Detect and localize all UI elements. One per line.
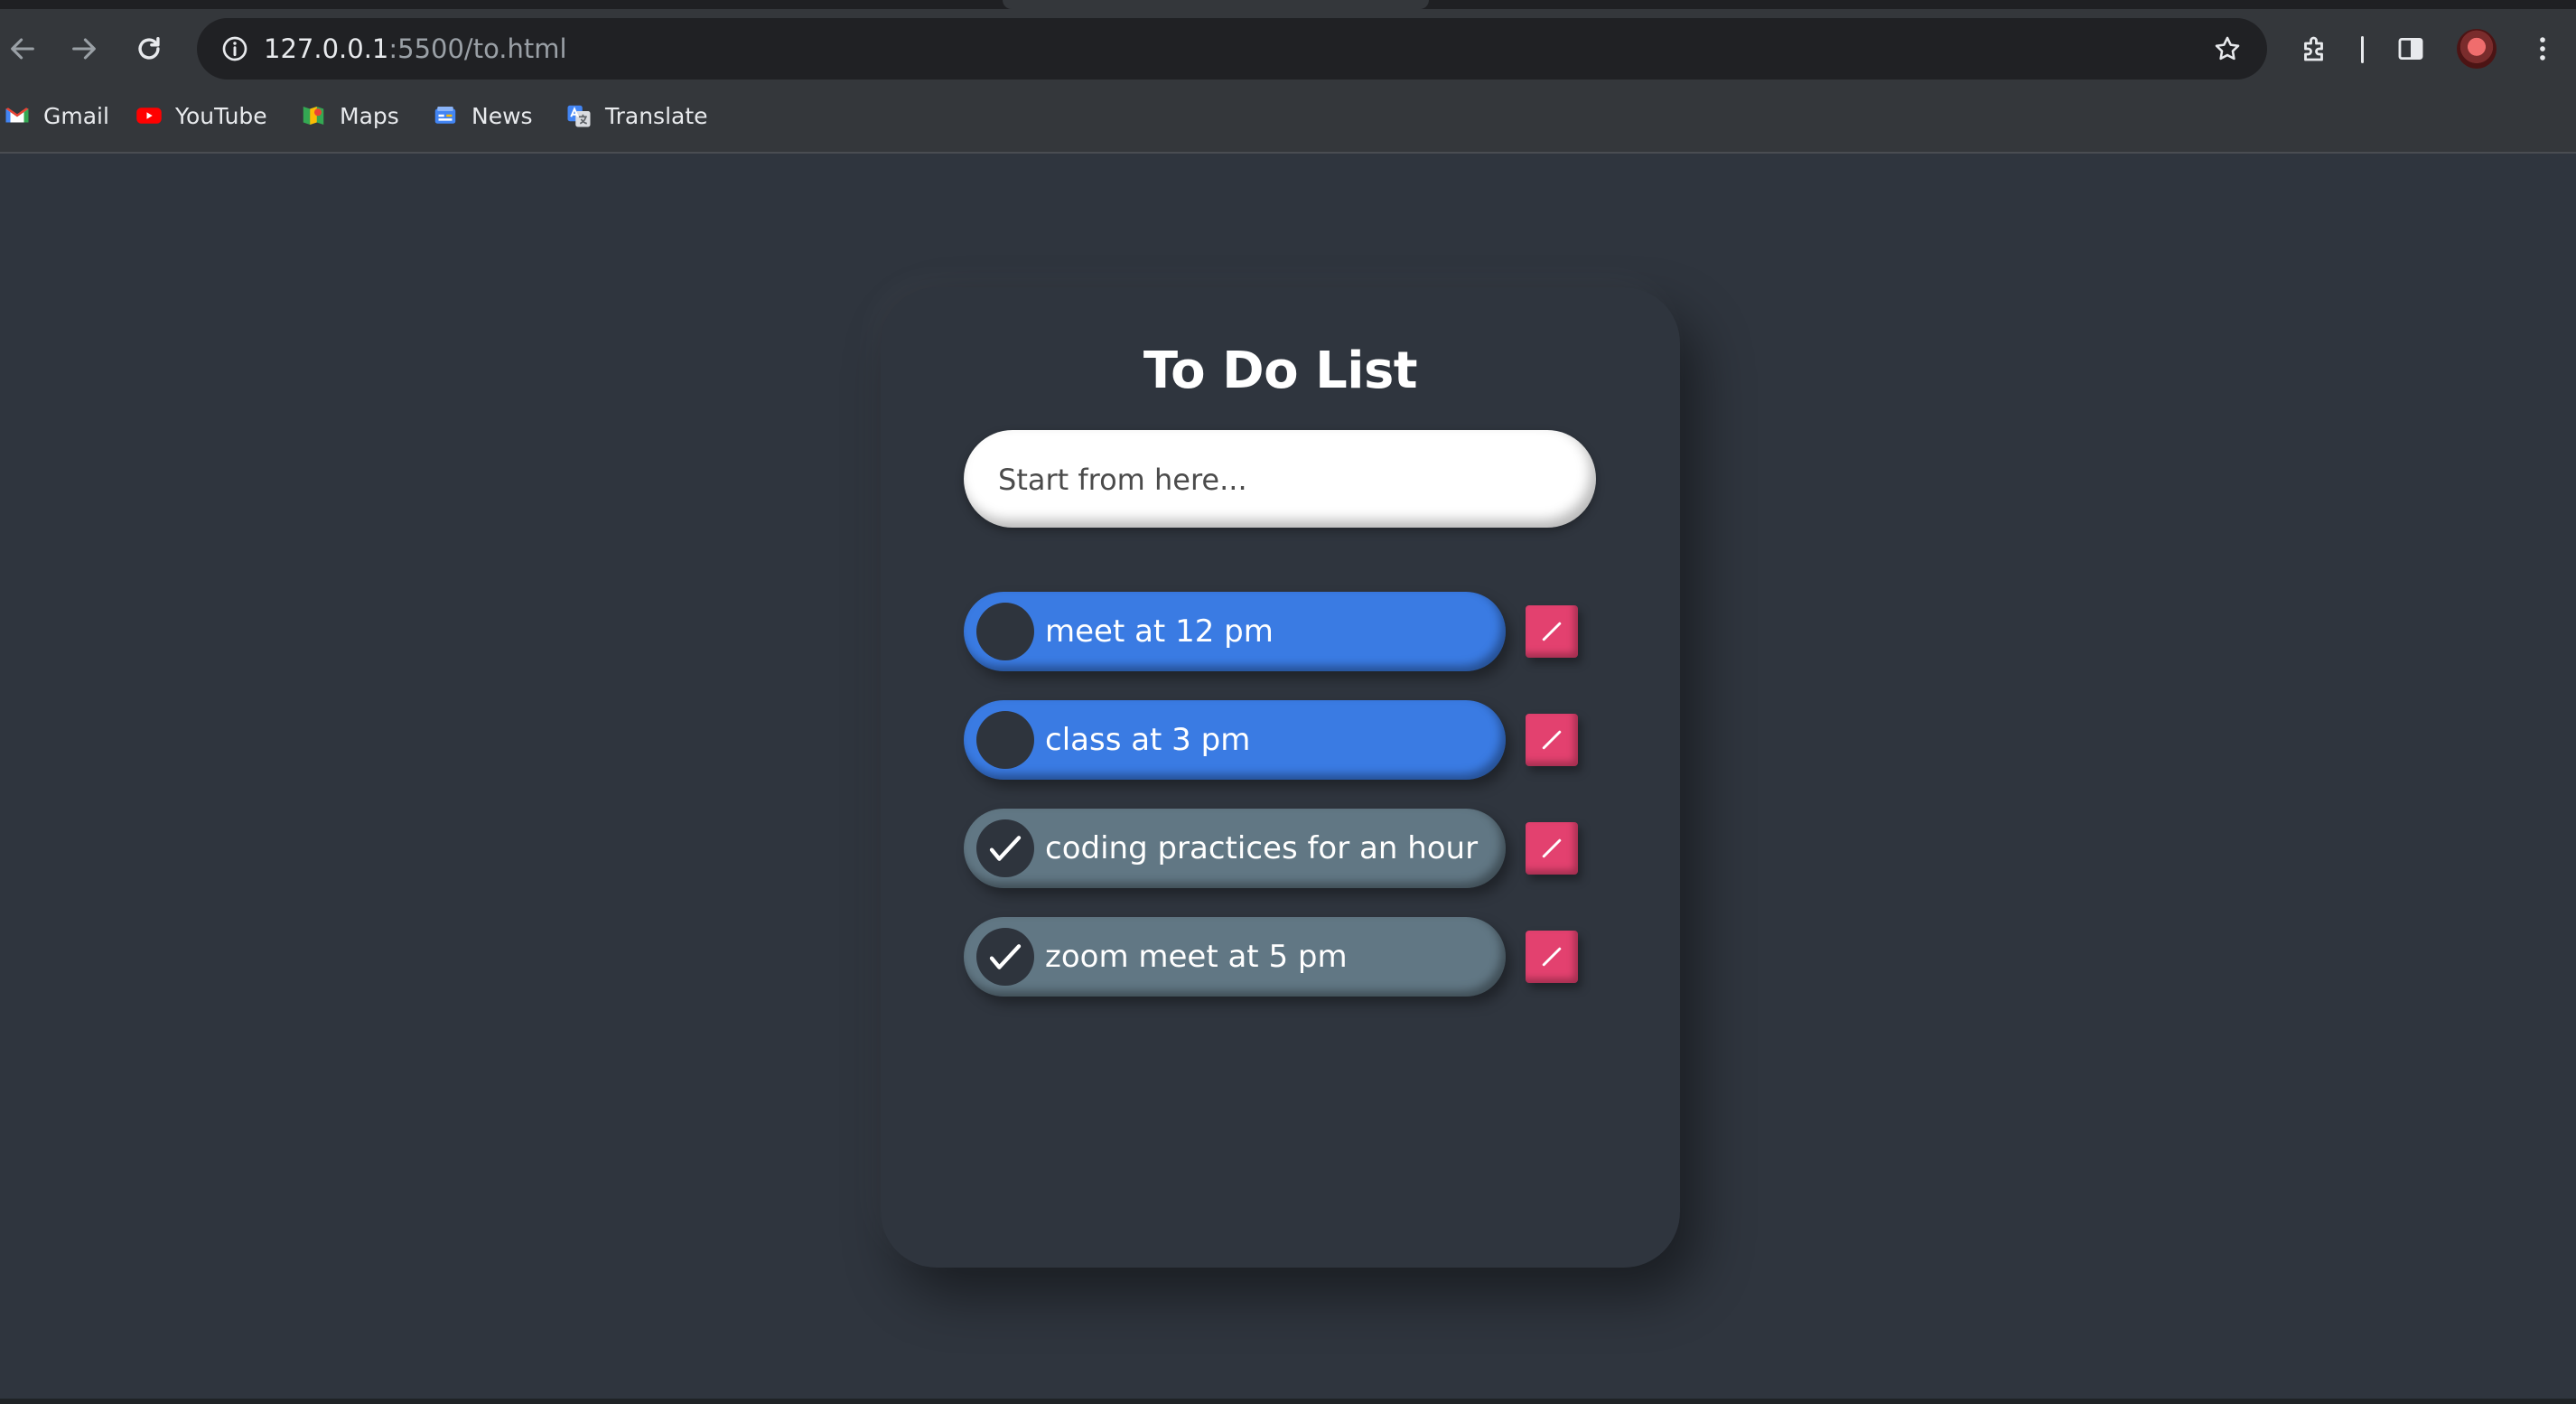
task-item[interactable]: zoom meet at 5 pm	[964, 917, 1506, 997]
reload-icon	[138, 36, 160, 60]
bookmark-label: Maps	[340, 102, 399, 129]
task-text: coding practices for an hour	[1045, 830, 1479, 866]
toolbar-divider	[2361, 36, 2364, 63]
tab-strip	[0, 0, 2576, 9]
edit-button[interactable]	[1526, 714, 1578, 766]
task-text: meet at 12 pm	[1045, 613, 1274, 650]
forward-button[interactable]	[61, 26, 107, 71]
chrome-divider	[0, 152, 2576, 154]
news-icon	[434, 107, 456, 124]
edit-button[interactable]	[1526, 605, 1578, 658]
side-panel-icon	[2398, 37, 2423, 61]
translate-icon	[567, 105, 591, 127]
edit-button[interactable]	[1526, 822, 1578, 875]
browser-toolbar: 127.0.0.1:5500/to.html	[0, 9, 2576, 89]
arrow-right-icon	[72, 38, 96, 60]
back-button[interactable]	[0, 26, 45, 71]
pencil-line-icon	[1542, 838, 1562, 858]
profile-avatar[interactable]	[2457, 29, 2497, 69]
task-item[interactable]: coding practices for an hour	[964, 809, 1506, 888]
url-text[interactable]: 127.0.0.1:5500/to.html	[264, 18, 567, 80]
task-input-wrapper	[964, 430, 1596, 529]
bookmark-gmail[interactable]: Gmail	[4, 90, 109, 141]
bookmark-youtube[interactable]: YouTube	[135, 90, 267, 141]
bookmark-maps[interactable]: Maps	[300, 90, 399, 141]
arrow-left-icon	[11, 38, 34, 60]
task-text: class at 3 pm	[1045, 722, 1251, 758]
bookmark-translate[interactable]: Translate	[565, 90, 708, 141]
todo-card: To Do List meet at 12 pm class at 3 pm c…	[881, 287, 1680, 1268]
reload-button[interactable]	[126, 26, 172, 71]
url-host: 127.0.0.1	[264, 33, 389, 64]
task-checkbox[interactable]	[976, 711, 1034, 769]
kebab-menu-icon	[2540, 37, 2545, 61]
task-item[interactable]: meet at 12 pm	[964, 592, 1506, 671]
task-item[interactable]: class at 3 pm	[964, 700, 1506, 780]
browser-chrome: 127.0.0.1:5500/to.html Gmail YouTube Map…	[0, 0, 2576, 154]
checkmark-icon	[989, 944, 1022, 969]
page-title: To Do List	[1143, 342, 1418, 400]
info-icon	[222, 36, 247, 61]
youtube-icon	[136, 108, 162, 124]
pencil-line-icon	[1542, 622, 1562, 641]
bookmark-label: Gmail	[43, 102, 109, 129]
side-panel-button[interactable]	[2388, 26, 2433, 71]
bookmark-label: Translate	[605, 102, 708, 129]
pencil-line-icon	[1542, 947, 1562, 967]
bookmark-label: News	[471, 102, 533, 129]
task-text: zoom meet at 5 pm	[1045, 939, 1348, 975]
puzzle-icon	[2304, 36, 2323, 61]
gmail-icon	[5, 108, 29, 123]
task-input[interactable]	[996, 430, 1560, 529]
edit-button[interactable]	[1526, 931, 1578, 983]
extensions-button[interactable]	[2292, 26, 2338, 71]
star-icon	[2215, 36, 2240, 61]
pencil-line-icon	[1542, 730, 1562, 750]
site-info-button[interactable]	[215, 29, 255, 69]
window-bottom-edge	[0, 1399, 2576, 1404]
bookmarks-bar: Gmail YouTube Maps News Translate	[0, 90, 2576, 141]
task-checkbox[interactable]	[976, 603, 1034, 660]
bookmark-news[interactable]: News	[432, 90, 533, 141]
url-path: :5500/to.html	[388, 33, 567, 64]
maps-icon	[303, 107, 324, 125]
task-checkbox[interactable]	[976, 819, 1034, 877]
task-checkbox[interactable]	[976, 928, 1034, 986]
checkmark-icon	[989, 836, 1022, 861]
active-tab[interactable]	[1003, 0, 1429, 9]
bookmark-star-button[interactable]	[2207, 29, 2247, 69]
browser-menu-button[interactable]	[2520, 26, 2565, 71]
bookmark-label: YouTube	[175, 102, 267, 129]
address-bar[interactable]: 127.0.0.1:5500/to.html	[197, 18, 2267, 80]
